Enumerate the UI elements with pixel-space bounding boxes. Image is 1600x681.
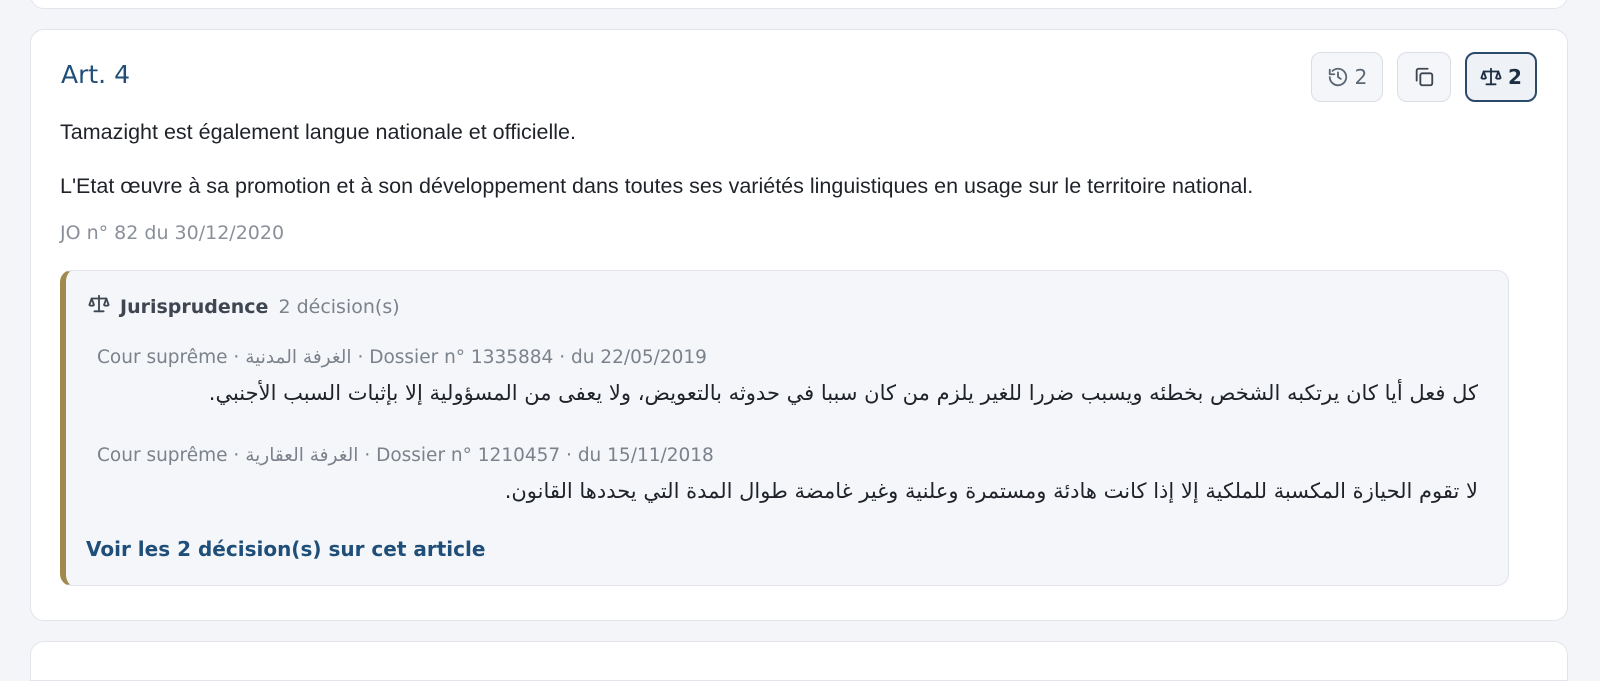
article-paragraph: L'Etat œuvre à sa promotion et à son dév… bbox=[60, 174, 1254, 198]
next-article-card bbox=[30, 641, 1568, 681]
decision-text: كل فعل أيا كان يرتكبه الشخص بخطئه ويسبب … bbox=[208, 381, 1478, 405]
jurisprudence-header: Jurisprudence 2 décision(s) bbox=[88, 293, 400, 320]
decision-text: لا تقوم الحيازة المكسبة للملكية إلا إذا … bbox=[504, 479, 1478, 503]
history-button[interactable]: 2 bbox=[1311, 52, 1383, 102]
decision-meta: Cour suprême · الغرفة العقارية · Dossier… bbox=[97, 445, 714, 466]
journal-officiel-reference: JO n° 82 du 30/12/2020 bbox=[60, 222, 285, 244]
copy-icon bbox=[1413, 66, 1435, 88]
history-icon bbox=[1327, 66, 1349, 88]
jurisprudence-count-label: 2 décision(s) bbox=[278, 295, 400, 318]
scales-icon bbox=[88, 293, 110, 320]
jurisprudence-title: Jurisprudence bbox=[120, 295, 269, 318]
see-all-decisions-link[interactable]: Voir les 2 décision(s) sur cet article bbox=[86, 537, 485, 561]
history-count: 2 bbox=[1354, 65, 1368, 89]
jurisprudence-toggle-button[interactable]: 2 bbox=[1465, 52, 1537, 102]
previous-article-card bbox=[30, 0, 1568, 9]
article-title: Art. 4 bbox=[61, 60, 130, 89]
decision-meta: Cour suprême · الغرفة المدنية · Dossier … bbox=[97, 347, 707, 368]
scales-icon bbox=[1480, 66, 1502, 88]
jurisprudence-panel: Jurisprudence 2 décision(s) Cour suprême… bbox=[60, 270, 1509, 586]
jurisprudence-count: 2 bbox=[1508, 65, 1522, 89]
article-card: Art. 4 2 2 Tamazight est également langu… bbox=[30, 29, 1568, 621]
article-paragraph: Tamazight est également langue nationale… bbox=[60, 120, 576, 144]
article-toolbar: 2 2 bbox=[1311, 52, 1537, 102]
copy-button[interactable] bbox=[1397, 52, 1451, 102]
